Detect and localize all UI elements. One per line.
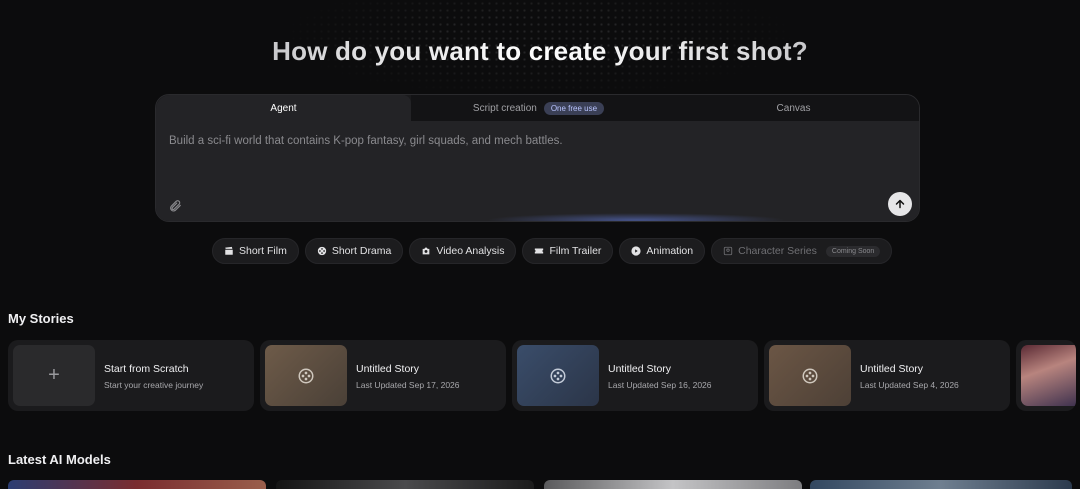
mode-tabs: Agent Script creation One free use Canva… <box>156 95 919 121</box>
chip-label: Character Series <box>738 245 817 257</box>
chip-film-trailer[interactable]: Film Trailer <box>522 238 614 264</box>
free-use-badge: One free use <box>543 101 605 115</box>
category-chips: Short Film Short Drama Video Analysis Fi… <box>212 238 893 264</box>
story-card[interactable]: Untitled Story Last Updated Sep 16, 2026 <box>512 340 758 411</box>
character-icon <box>723 246 733 256</box>
model-card[interactable] <box>810 480 1072 489</box>
camera-icon <box>423 247 430 255</box>
story-subtitle: Last Updated Sep 4, 2026 <box>860 380 959 390</box>
chip-label: Short Film <box>239 245 287 257</box>
tab-agent-label: Agent <box>270 102 297 114</box>
arrow-up-icon <box>895 199 905 209</box>
chip-video-analysis[interactable]: Video Analysis <box>409 238 517 264</box>
story-card[interactable]: Untitled Story Last Updated Sep 4, 2026 <box>764 340 1010 411</box>
plus-icon: + <box>13 345 95 406</box>
story-subtitle: Last Updated Sep 16, 2026 <box>608 380 712 390</box>
tab-canvas[interactable]: Canvas <box>666 95 919 121</box>
model-card[interactable] <box>276 480 534 489</box>
prompt-input-area[interactable]: Build a sci-fi world that contains K-pop… <box>156 121 919 221</box>
prompt-card: Agent Script creation One free use Canva… <box>155 94 920 222</box>
play-icon <box>631 246 641 256</box>
model-card[interactable] <box>544 480 802 489</box>
page: How do you want to create your first sho… <box>0 0 1080 489</box>
paperclip-icon[interactable] <box>168 199 182 213</box>
story-card-partial[interactable] <box>1016 340 1076 411</box>
story-subtitle: Start your creative journey <box>104 380 204 390</box>
chip-animation[interactable]: Animation <box>619 238 706 264</box>
card-glow <box>486 213 786 221</box>
story-title: Untitled Story <box>608 363 672 375</box>
clapper-icon <box>225 246 233 255</box>
send-button[interactable] <box>888 192 912 216</box>
film-reel-icon <box>298 368 314 383</box>
tab-script-creation-label: Script creation <box>472 102 537 114</box>
story-thumbnail <box>769 345 851 406</box>
chip-character-series: Character Series Coming Soon <box>711 238 893 264</box>
latest-models-title: Latest AI Models <box>8 452 111 467</box>
tab-canvas-label: Canvas <box>776 102 811 114</box>
model-card[interactable] <box>8 480 266 489</box>
chip-short-drama[interactable]: Short Drama <box>304 238 404 264</box>
film-reel-icon <box>317 246 327 256</box>
ticket-icon <box>535 248 544 254</box>
story-card-start-scratch[interactable]: + Start from Scratch Start your creative… <box>8 340 254 411</box>
chip-label: Animation <box>646 245 694 257</box>
story-title: Untitled Story <box>860 363 924 375</box>
stories-row: + Start from Scratch Start your creative… <box>8 340 1080 411</box>
my-stories-title: My Stories <box>8 311 74 326</box>
story-title: Untitled Story <box>356 363 420 375</box>
tab-agent[interactable]: Agent <box>156 95 411 121</box>
story-thumbnail-image <box>1021 345 1076 406</box>
chip-label: Short Drama <box>331 245 392 257</box>
film-reel-icon <box>802 368 818 383</box>
tab-script-creation[interactable]: Script creation One free use <box>411 95 666 121</box>
story-thumbnail <box>517 345 599 406</box>
story-thumbnail <box>265 345 347 406</box>
chip-label: Video Analysis <box>436 245 505 257</box>
story-subtitle: Last Updated Sep 17, 2026 <box>356 380 460 390</box>
coming-soon-badge: Coming Soon <box>825 245 881 257</box>
chip-label: Film Trailer <box>549 245 602 257</box>
page-headline: How do you want to create your first sho… <box>0 36 1080 67</box>
chip-short-film[interactable]: Short Film <box>212 238 299 264</box>
prompt-placeholder: Build a sci-fi world that contains K-pop… <box>169 135 563 147</box>
story-card[interactable]: Untitled Story Last Updated Sep 17, 2026 <box>260 340 506 411</box>
story-title: Start from Scratch <box>104 363 189 375</box>
film-reel-icon <box>550 368 566 383</box>
